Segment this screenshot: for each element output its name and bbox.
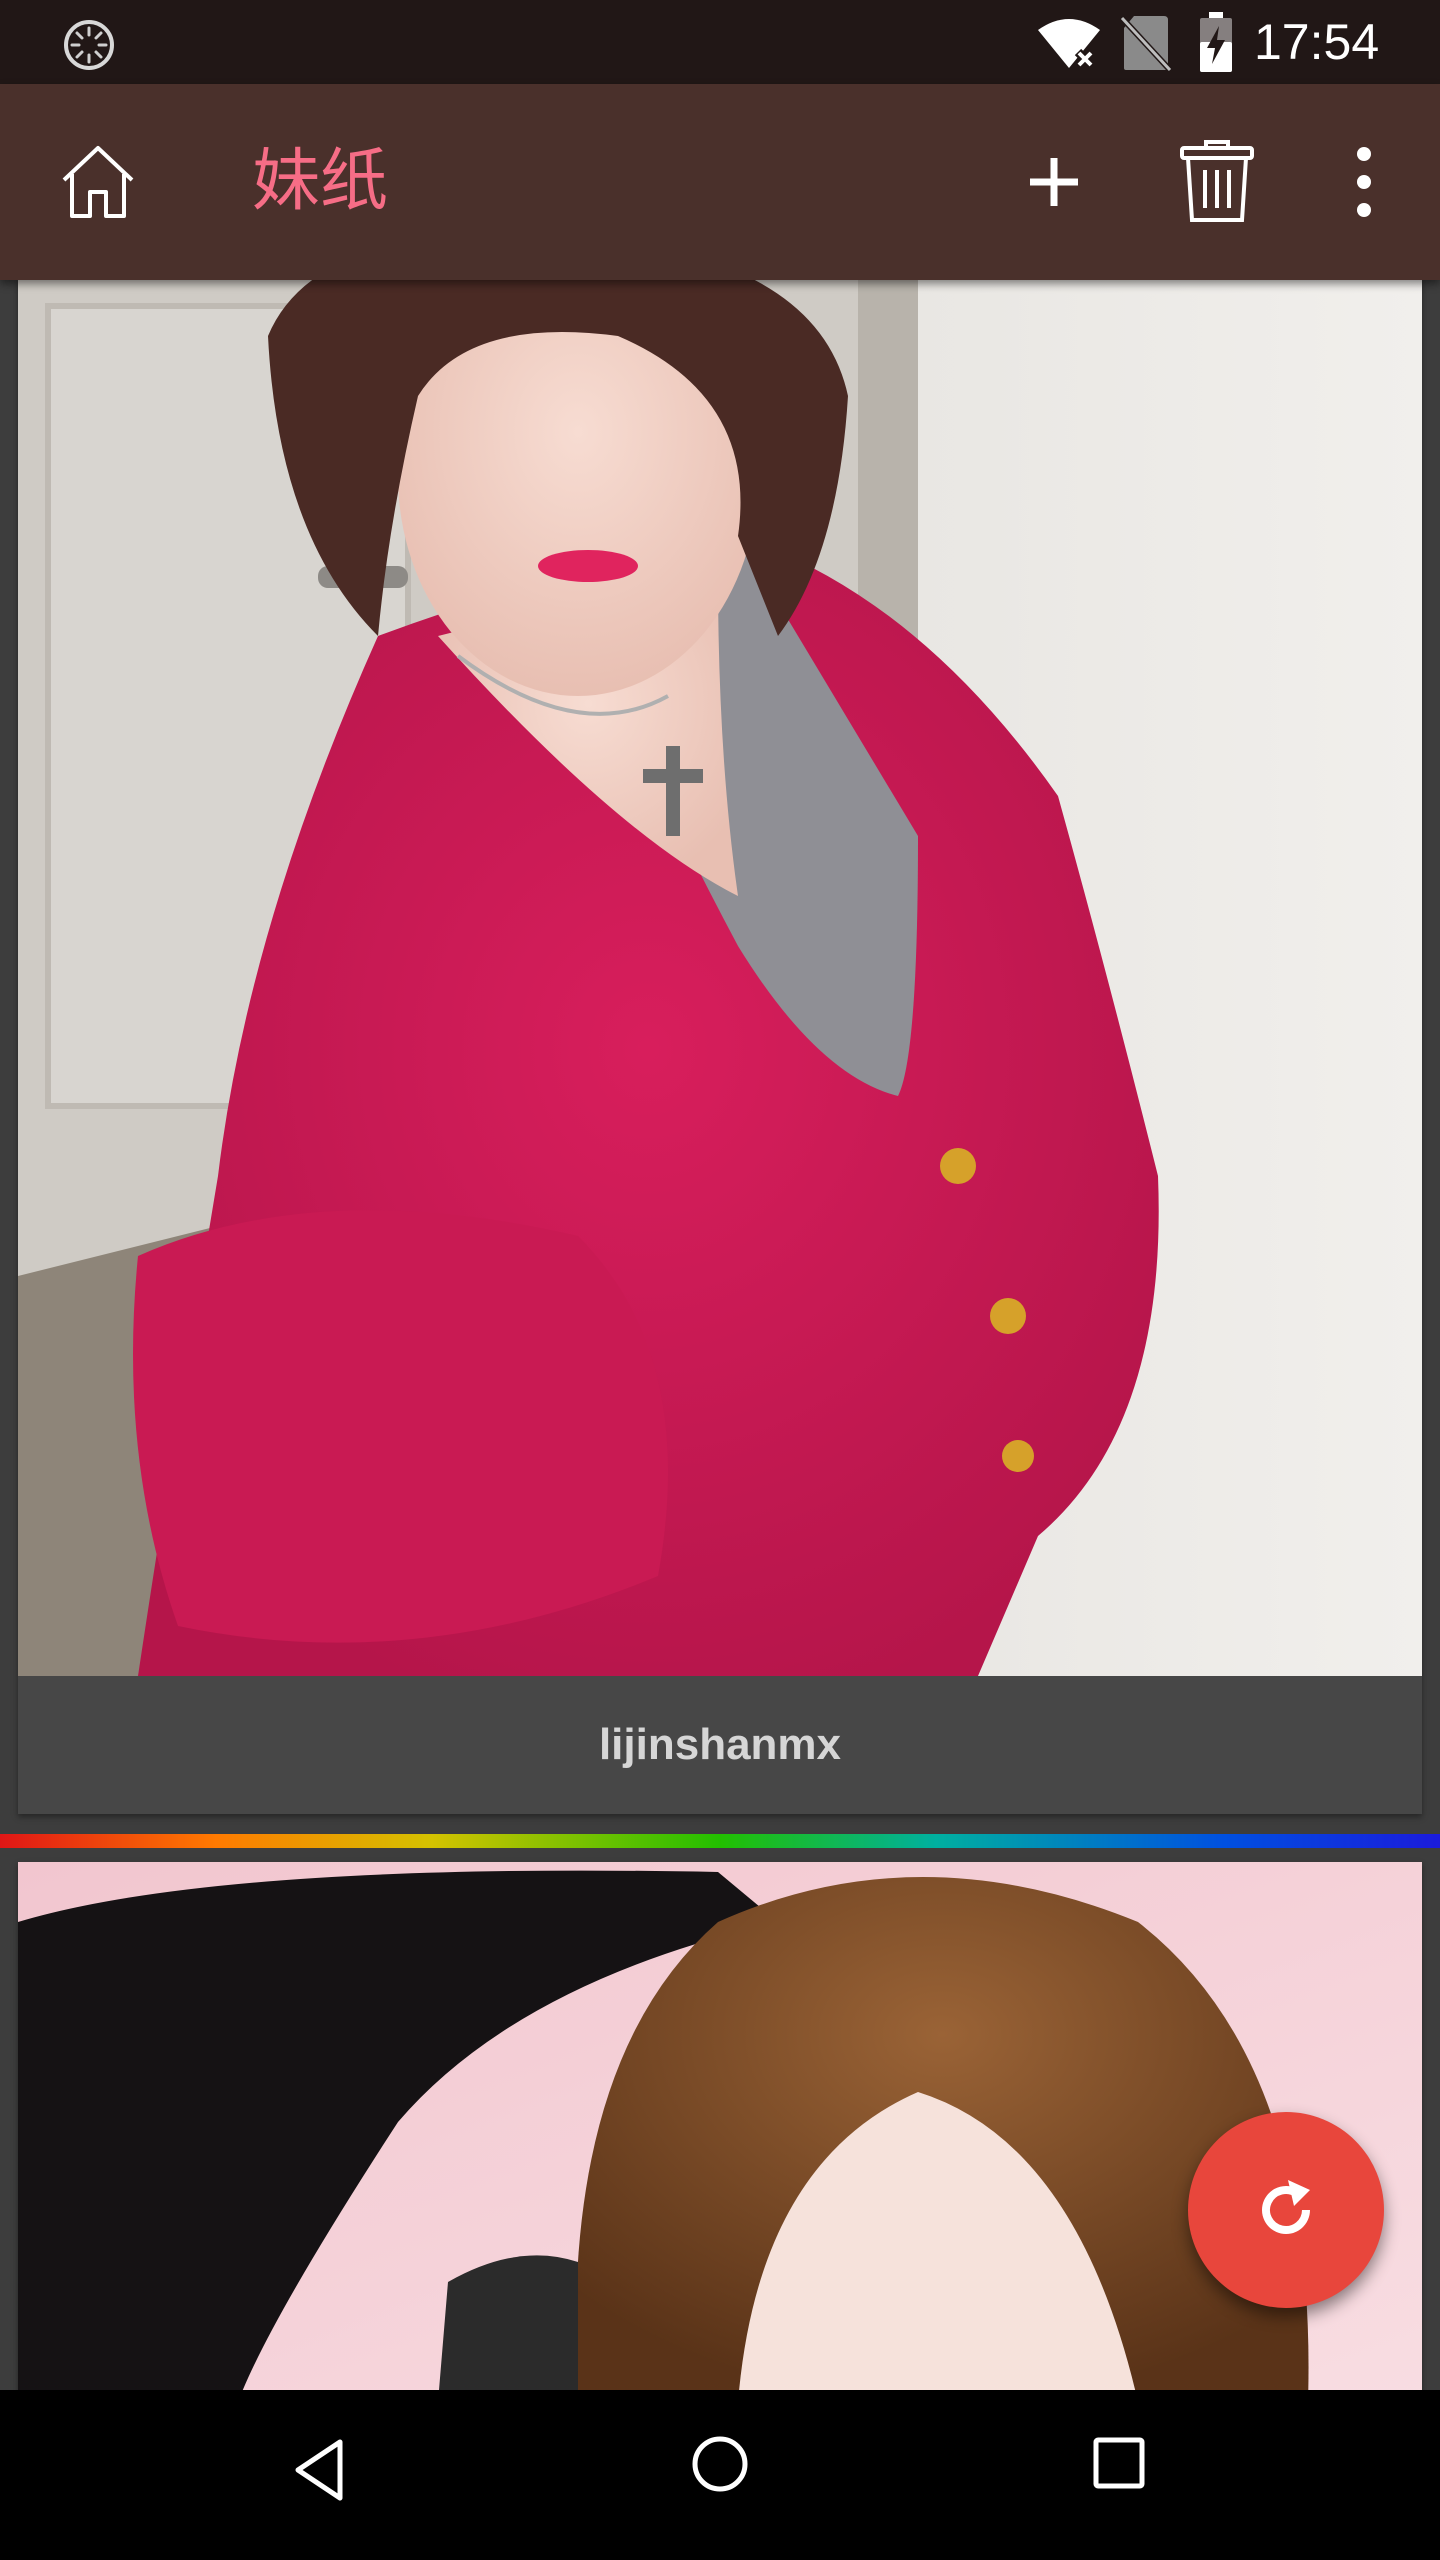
home-icon[interactable] [58, 142, 138, 222]
more-vert-icon[interactable] [1334, 138, 1394, 226]
recents-icon[interactable] [1092, 2436, 1146, 2490]
refresh-icon [1262, 2180, 1310, 2234]
loading-progress-bar [0, 1834, 1440, 1848]
photo-feed[interactable]: lijinshanmx [0, 280, 1440, 2390]
photo-card[interactable] [18, 1862, 1422, 2390]
trash-icon[interactable] [1176, 138, 1258, 226]
home-circle-icon[interactable] [690, 2434, 750, 2494]
page-title: 妹纸 [252, 142, 389, 221]
battery-charging-icon [1200, 12, 1232, 72]
status-bar: 17:54 [0, 0, 1440, 84]
action-bar: 妹纸 [0, 84, 1440, 280]
back-icon[interactable] [290, 2436, 350, 2504]
loading-icon [64, 20, 114, 70]
navigation-bar [0, 2390, 1440, 2560]
photo-caption: lijinshanmx [18, 1676, 1422, 1814]
photo-image[interactable] [18, 1862, 1422, 2390]
status-time: 17:54 [1254, 14, 1380, 70]
add-icon[interactable] [1012, 140, 1096, 224]
photo-card[interactable]: lijinshanmx [18, 280, 1422, 1814]
photo-image[interactable] [18, 280, 1422, 1676]
wifi-off-icon [1038, 19, 1100, 70]
no-sim-icon [1120, 15, 1172, 72]
refresh-button[interactable] [1188, 2112, 1384, 2308]
